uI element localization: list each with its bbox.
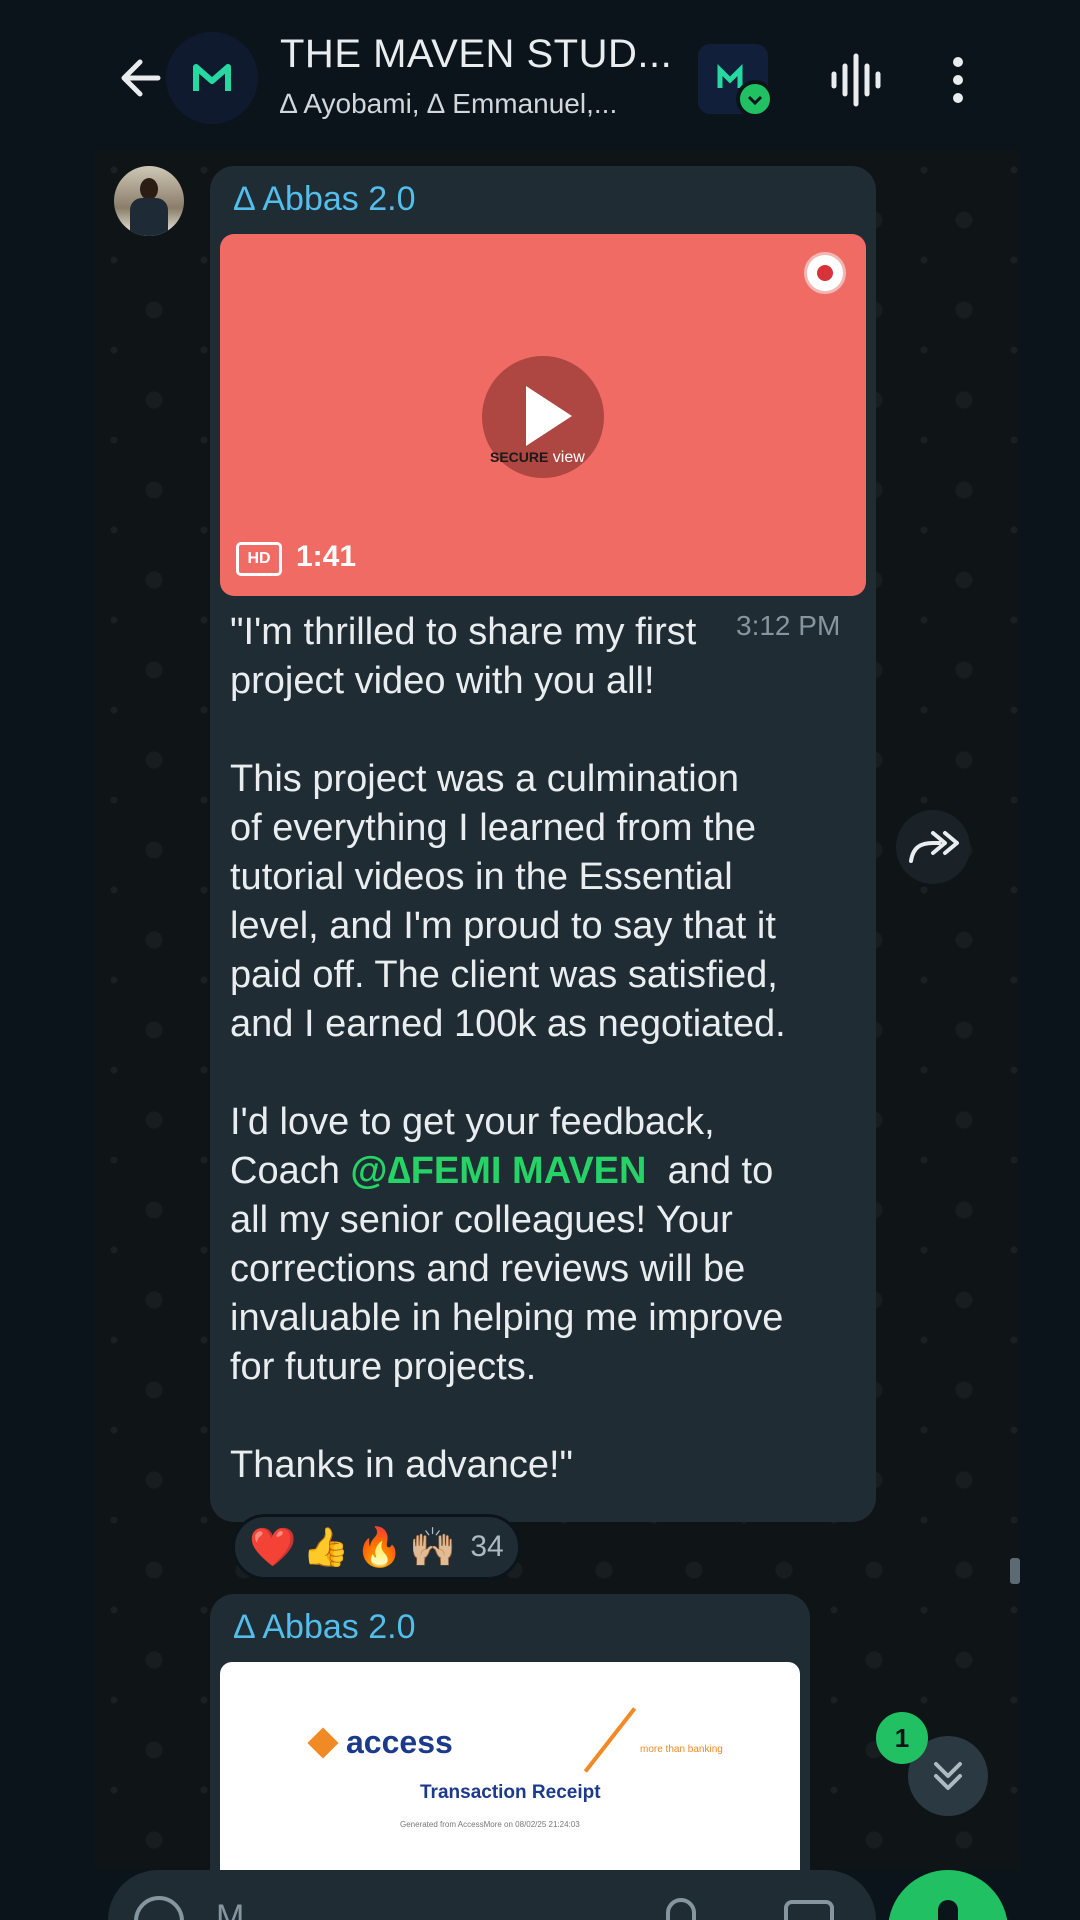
reaction-count: 34 xyxy=(470,1530,504,1563)
video-duration: 1:41 xyxy=(296,540,357,573)
receipt-title: Transaction Receipt xyxy=(420,1782,601,1803)
chat-header: THE MAVEN STUD... ∆ Ayobami, ∆ Emmanuel,… xyxy=(94,0,1020,150)
screen: THE MAVEN STUD... ∆ Ayobami, ∆ Emmanuel,… xyxy=(0,0,1080,1920)
reaction-thumbs-up: 👍 xyxy=(302,1524,350,1569)
group-title[interactable]: THE MAVEN STUD... xyxy=(280,32,672,77)
more-options-icon[interactable] xyxy=(936,52,980,108)
sender-name[interactable]: ∆ Abbas 2.0 xyxy=(234,180,416,219)
avatar-body xyxy=(130,198,168,236)
unread-badge: 1 xyxy=(876,1712,928,1764)
mention-link[interactable]: @∆FEMI MAVEN xyxy=(350,1150,646,1192)
reaction-fire: 🔥 xyxy=(355,1524,403,1569)
check-icon xyxy=(736,80,774,118)
brand-name: access xyxy=(346,1724,453,1760)
brand-tagline: more than banking xyxy=(640,1744,723,1755)
scrollbar[interactable] xyxy=(1010,1558,1020,1584)
voice-chat-icon[interactable] xyxy=(828,52,884,108)
logo-slash xyxy=(583,1707,637,1773)
video-thumbnail[interactable]: SECURE view HD 1:41 xyxy=(220,234,866,596)
mic-button[interactable] xyxy=(888,1870,1008,1920)
message-bubble[interactable]: ∆ Abbas 2.0 access more than banking Tra… xyxy=(210,1594,810,1894)
attach-icon[interactable] xyxy=(666,1898,696,1920)
message-text: "I'm thrilled to share my first project … xyxy=(230,611,786,1486)
hd-badge: HD xyxy=(236,542,282,576)
message-bubble[interactable]: ∆ Abbas 2.0 SECURE view HD 1:41 "I'm thr… xyxy=(210,166,876,1522)
reaction-raised-hands: 🙌🏼 xyxy=(408,1524,457,1569)
receipt-image[interactable]: access more than banking Transaction Rec… xyxy=(220,1662,800,1894)
forward-icon[interactable] xyxy=(896,810,970,884)
reactions-bar[interactable]: ❤️ 👍 🔥 🙌🏼 34 xyxy=(232,1514,521,1580)
message-input[interactable]: M xyxy=(216,1898,244,1920)
sender-avatar[interactable] xyxy=(114,166,184,236)
chat-background[interactable]: ∆ Abbas 2.0 SECURE view HD 1:41 "I'm thr… xyxy=(94,150,1020,1894)
avatar-head xyxy=(140,178,158,200)
reaction-heart: ❤️ xyxy=(249,1524,297,1569)
group-avatar[interactable] xyxy=(166,32,258,124)
back-arrow-icon[interactable] xyxy=(112,48,172,108)
chat-app: THE MAVEN STUD... ∆ Ayobami, ∆ Emmanuel,… xyxy=(94,0,1020,1920)
play-icon xyxy=(526,386,572,446)
logo-badge-icon xyxy=(804,252,846,294)
message-time: 3:12 PM xyxy=(736,610,841,641)
watermark: SECURE view xyxy=(490,449,585,466)
receipt-subtitle: Generated from AccessMore on 08/02/25 21… xyxy=(400,1820,580,1829)
sender-name[interactable]: ∆ Abbas 2.0 xyxy=(234,1608,416,1647)
group-members[interactable]: ∆ Ayobami, ∆ Emmanuel,... xyxy=(280,88,617,120)
camera-icon[interactable] xyxy=(784,1900,834,1920)
